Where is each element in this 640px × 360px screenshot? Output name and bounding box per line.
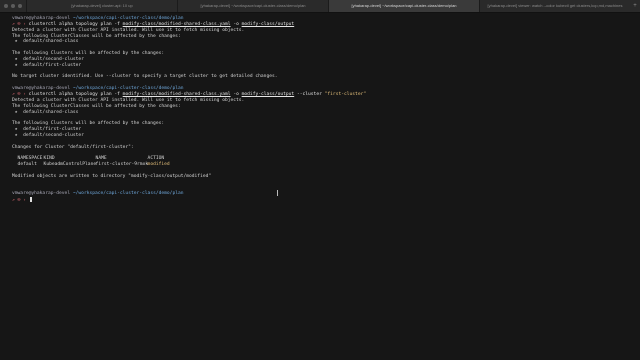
command-out: modify-class/output bbox=[241, 91, 295, 97]
window-controls bbox=[0, 4, 26, 8]
tab-plan-1[interactable]: [yhakarap-devel] ~/workspace/capi-cluste… bbox=[177, 0, 328, 12]
prompt-marker: ↗ ⍟ › bbox=[12, 198, 26, 204]
command-out: modify-class/output bbox=[241, 21, 295, 27]
terminal-window: [yhakarap-devel] cluster-api: 10 up [yha… bbox=[0, 0, 640, 360]
mouse-ibeam-icon bbox=[277, 190, 278, 196]
prompt-marker: ↗ ⍟ › bbox=[12, 21, 26, 27]
command-flag: -o bbox=[230, 91, 242, 97]
close-icon[interactable] bbox=[4, 4, 8, 8]
prompt-user: vmware@yhakarap-devel bbox=[12, 191, 71, 197]
table-header-cell: ACTION bbox=[147, 156, 165, 162]
command-text: clusterctl alpha topology plan -f bbox=[28, 21, 123, 27]
zoom-icon[interactable] bbox=[18, 4, 22, 8]
command-flag: -o bbox=[230, 21, 242, 27]
table-cell: first-cluster-9rmxk bbox=[95, 162, 149, 168]
prompt-dir: ~/workspace/capi-cluster-class/demo/plan bbox=[72, 191, 184, 197]
prompt-dir: ~/workspace/capi-cluster-class/demo/plan bbox=[72, 16, 184, 21]
prompt-dir: ~/workspace/capi-cluster-class/demo/plan bbox=[72, 86, 184, 92]
prompt-user: vmware@yhakarap-devel bbox=[12, 16, 71, 21]
command-text: clusterctl alpha topology plan -f bbox=[28, 91, 123, 97]
prompt-user: vmware@yhakarap-devel bbox=[12, 86, 71, 92]
tab-plan-active[interactable]: [yhakarap-devel] ~/workspace/capi-cluste… bbox=[328, 0, 479, 12]
command-line[interactable]: ↗ ⍟ › bbox=[12, 197, 632, 203]
command-output: Detected a cluster with Cluster API inst… bbox=[12, 28, 632, 81]
tab-viewer[interactable]: [yhakarap-devel] viewer: watch --color k… bbox=[479, 0, 630, 12]
command-file: modify-class/modified-shared-class.yaml bbox=[122, 21, 231, 27]
title-bar: [yhakarap-devel] cluster-api: 10 up [yha… bbox=[0, 0, 640, 13]
table-cell: default bbox=[17, 162, 37, 168]
command-cluster-arg: "first-cluster" bbox=[324, 91, 367, 97]
table-cell-action: modified bbox=[147, 162, 170, 168]
prompt-marker: ↗ ⍟ › bbox=[12, 91, 26, 97]
command-output: Detected a cluster with Cluster API inst… bbox=[12, 98, 632, 156]
table-cell: KubeadmControlPlane bbox=[43, 162, 97, 168]
terminal-output[interactable]: vmware@yhakarap-devel ~/workspace/capi-c… bbox=[12, 16, 632, 356]
new-tab-button[interactable]: + bbox=[630, 0, 640, 12]
text-cursor bbox=[29, 197, 33, 203]
command-flag-cluster: --cluster bbox=[294, 91, 325, 97]
command-file: modify-class/modified-shared-class.yaml bbox=[122, 91, 231, 97]
tab-cluster-api[interactable]: [yhakarap-devel] cluster-api: 10 up bbox=[26, 0, 177, 12]
minimize-icon[interactable] bbox=[11, 4, 15, 8]
tab-bar: [yhakarap-devel] cluster-api: 10 up [yha… bbox=[26, 0, 630, 12]
